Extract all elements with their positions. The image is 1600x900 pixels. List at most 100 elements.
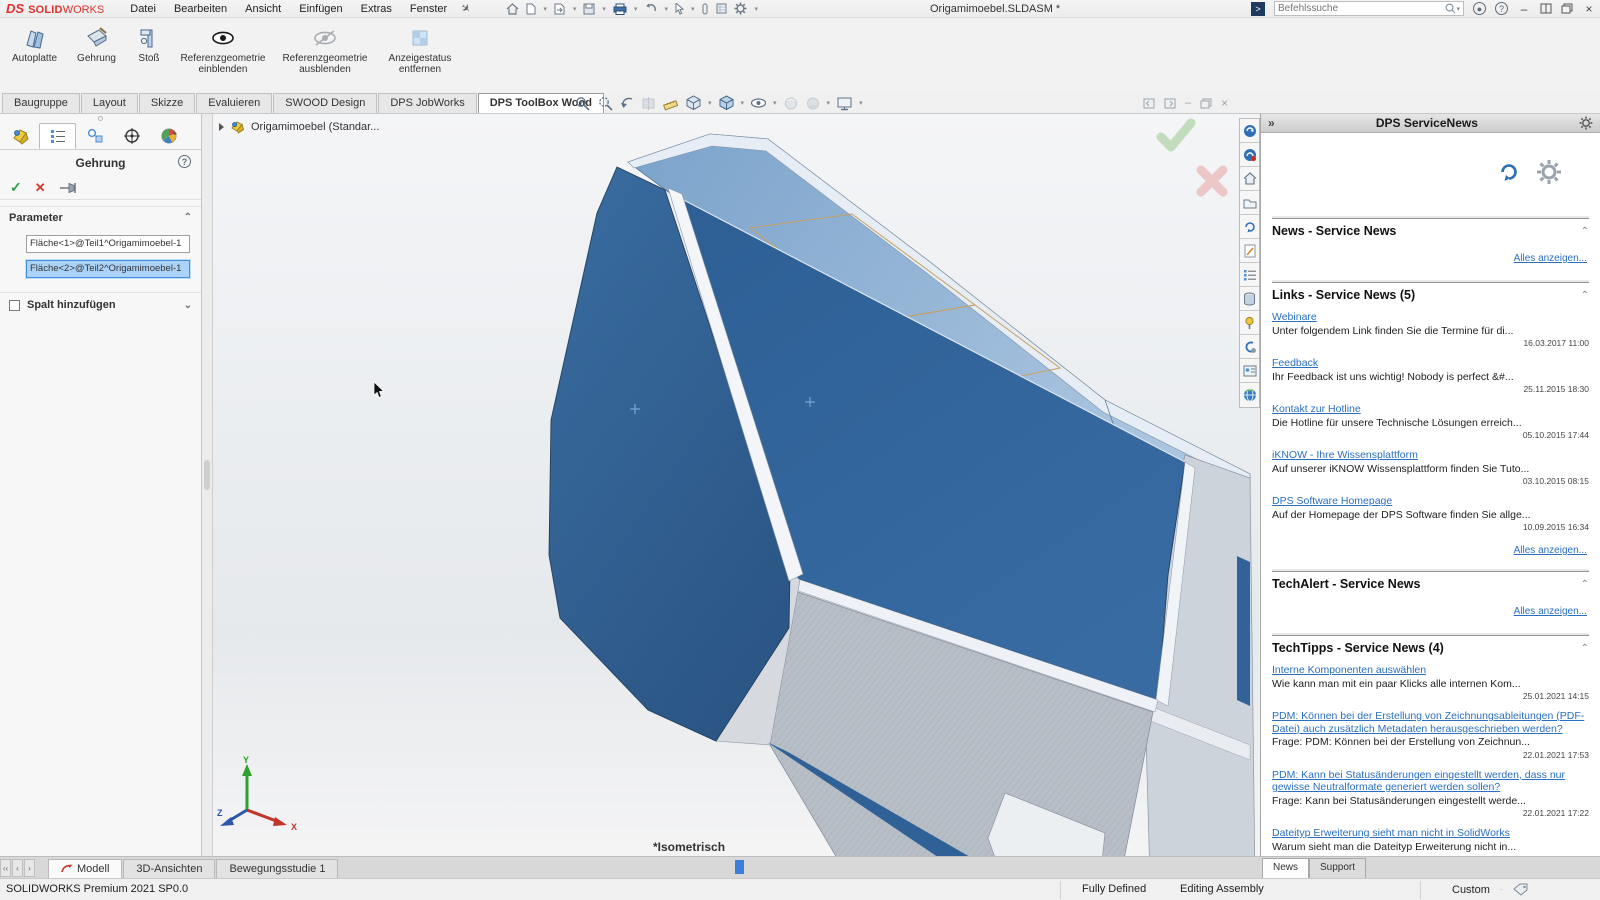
news-item-link[interactable]: Interne Komponenten auswählen	[1272, 664, 1589, 677]
tab-swood-design[interactable]: SWOOD Design	[273, 93, 377, 113]
menu-extras[interactable]: Extras	[361, 3, 392, 15]
id-card-icon[interactable]	[1240, 359, 1259, 383]
ok-button[interactable]: ✓	[10, 179, 22, 196]
stoss-button[interactable]: Stoß	[130, 24, 168, 66]
tab-dps-jobworks[interactable]: DPS JobWorks	[378, 93, 476, 113]
previous-view-icon[interactable]	[619, 96, 635, 111]
panel-splitter[interactable]	[202, 114, 213, 856]
menu-datei[interactable]: Datei	[130, 3, 156, 15]
tab-feature-tree[interactable]	[2, 123, 39, 149]
minimize-button[interactable]: –	[1517, 2, 1531, 16]
pm-help-icon[interactable]: ?	[178, 155, 191, 168]
tab-support[interactable]: Support	[1309, 858, 1366, 878]
section-view-icon[interactable]	[641, 96, 657, 111]
zoom-fit-icon[interactable]	[575, 96, 591, 111]
close-button[interactable]: ×	[1582, 2, 1596, 16]
hide-show-caret[interactable]: ▾	[773, 99, 777, 107]
pin-menu-icon[interactable]: ✈	[458, 1, 473, 17]
tree-expand-arrow[interactable]	[219, 123, 224, 131]
selection-box-2[interactable]: Fläche<2>@Teil2^Origamimoebel-1	[26, 260, 190, 278]
command-search-icon[interactable]: >	[1251, 2, 1265, 16]
file-explorer-refresh-icon[interactable]	[1240, 215, 1259, 239]
expand-pane-icon[interactable]: »	[1268, 116, 1275, 130]
tab-skizze[interactable]: Skizze	[139, 93, 195, 113]
save-caret-icon[interactable]: ▾	[602, 5, 606, 13]
confirm-cancel-watermark[interactable]	[1194, 164, 1230, 198]
menu-bearbeiten[interactable]: Bearbeiten	[174, 3, 227, 15]
view-settings-icon[interactable]	[836, 96, 853, 111]
globe-icon[interactable]	[1240, 383, 1259, 407]
unit-caret-icon[interactable]: ·	[1500, 885, 1503, 894]
custom-properties-icon[interactable]	[1240, 263, 1259, 287]
view-orientation-caret[interactable]: ▾	[708, 99, 712, 107]
split-window-button[interactable]	[1540, 3, 1552, 14]
options-caret-icon[interactable]: ▾	[754, 5, 758, 13]
section-collapse-chevron[interactable]: ⌃	[1581, 226, 1589, 237]
design-library-folder-icon[interactable]	[1240, 191, 1259, 215]
scene-caret[interactable]: ▾	[827, 99, 831, 107]
refgeo-einblenden-button[interactable]: Referenzgeometrie einblenden	[176, 24, 270, 77]
scroll-first-button[interactable]: ‹‹	[0, 859, 11, 877]
keep-visible-pin-icon[interactable]	[59, 181, 79, 195]
news-item-link[interactable]: Kontakt zur Hotline	[1272, 403, 1589, 416]
news-item-link[interactable]: iKNOW - Ihre Wissensplattform	[1272, 449, 1589, 462]
tab-property-manager[interactable]	[39, 123, 76, 149]
open-caret-icon[interactable]: ▾	[573, 5, 577, 13]
scroll-right-button[interactable]: ›	[24, 859, 35, 877]
parameter-collapse-chevron[interactable]: ⌃	[184, 212, 192, 223]
dps-info-icon[interactable]	[1240, 143, 1259, 167]
unit-system-control[interactable]: Custom ·	[1452, 883, 1529, 896]
menu-ansicht[interactable]: Ansicht	[245, 3, 281, 15]
confirm-ok-watermark[interactable]	[1155, 116, 1197, 154]
model-3d[interactable]	[213, 114, 1259, 856]
connector-pin-icon[interactable]	[1240, 311, 1259, 335]
search-magnifier-icon[interactable]	[1445, 3, 1456, 14]
view-palette-icon[interactable]	[1240, 239, 1259, 263]
search-caret-icon[interactable]: ▾	[1456, 5, 1460, 13]
news-item-link[interactable]: DPS Software Homepage	[1272, 495, 1589, 508]
scene-icon[interactable]	[805, 96, 821, 111]
display-style-caret[interactable]: ▾	[741, 99, 745, 107]
news-item-link[interactable]: Dateityp Erweiterung sieht man nicht in …	[1272, 827, 1589, 840]
splitter-grip[interactable]	[204, 460, 210, 490]
breadcrumb[interactable]: Origamimoebel (Standar...	[251, 121, 379, 133]
news-settings-gear-icon[interactable]	[1536, 159, 1562, 185]
hide-show-items-icon[interactable]	[750, 96, 767, 110]
zoom-area-icon[interactable]	[597, 96, 613, 111]
clip-icon[interactable]	[701, 3, 709, 15]
scroll-left-button[interactable]: ‹	[12, 859, 23, 877]
tab-news[interactable]: News	[1262, 858, 1309, 878]
tab-baugruppe[interactable]: Baugruppe	[2, 93, 80, 113]
select-icon[interactable]	[675, 3, 684, 15]
tag-icon[interactable]	[1513, 883, 1529, 896]
edit-appearance-icon[interactable]	[783, 96, 799, 111]
refresh-news-icon[interactable]	[1498, 161, 1520, 183]
show-all-link[interactable]: Alles anzeigen...	[1514, 545, 1587, 556]
tab-dimxpert[interactable]	[113, 123, 150, 149]
show-all-link[interactable]: Alles anzeigen...	[1514, 606, 1587, 617]
dock-left-icon[interactable]	[1143, 98, 1155, 109]
task-pane-gear-icon[interactable]	[1579, 116, 1593, 130]
gap-checkbox[interactable]	[9, 300, 20, 311]
new-document-icon[interactable]	[526, 3, 536, 15]
home-icon[interactable]	[506, 3, 519, 15]
c-gear-icon[interactable]	[1240, 335, 1259, 359]
tab-evaluieren[interactable]: Evaluieren	[196, 93, 272, 113]
panel-handle[interactable]	[0, 114, 201, 123]
menu-einfuegen[interactable]: Einfügen	[299, 3, 342, 15]
tab-configurations[interactable]	[76, 123, 113, 149]
news-item-link[interactable]: Feedback	[1272, 357, 1589, 370]
refgeo-ausblenden-button[interactable]: Referenzgeometrie ausblenden	[278, 24, 372, 77]
viewport-restore-icon[interactable]	[1200, 98, 1212, 109]
new-caret-icon[interactable]: ▾	[543, 5, 547, 13]
print-caret-icon[interactable]: ▾	[634, 5, 638, 13]
viewport-close-icon[interactable]: ×	[1221, 96, 1228, 110]
view-settings-caret[interactable]: ▾	[859, 99, 863, 107]
selection-box-1[interactable]: Fläche<1>@Teil1^Origamimoebel-1	[26, 235, 190, 253]
news-item-link[interactable]: Webinare	[1272, 311, 1589, 324]
parameter-section-header[interactable]: Parameter ⌃	[0, 206, 201, 228]
tab-modell[interactable]: Modell	[48, 859, 122, 878]
open-icon[interactable]	[554, 3, 566, 15]
graphics-viewport[interactable]: Origamimoebel (Standar... Y X Z *Isometr…	[213, 114, 1259, 856]
restore-button[interactable]	[1561, 3, 1573, 14]
